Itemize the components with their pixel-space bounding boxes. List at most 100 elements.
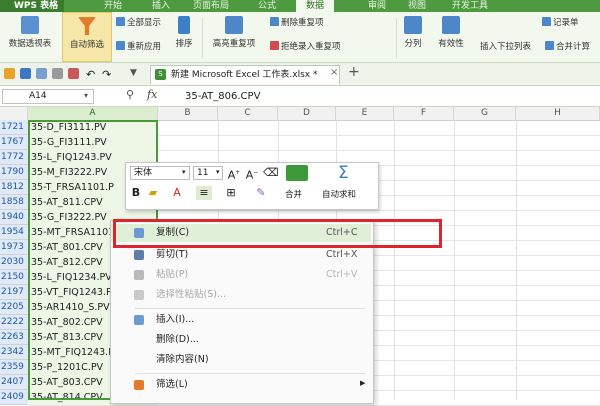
column-header-g[interactable]: G xyxy=(454,107,516,120)
row-header[interactable]: 1790 xyxy=(0,165,28,180)
menu-item-label: 剪切(T) xyxy=(156,249,189,260)
show-all-button[interactable]: 全部显示 xyxy=(116,16,161,30)
insert-dropdown-list-button[interactable]: 插入下拉列表 xyxy=(480,40,531,54)
tab-insert[interactable]: 插入 xyxy=(152,0,170,12)
row-header[interactable]: 2407 xyxy=(0,375,28,390)
menu-item-insert[interactable]: 插入(I)... xyxy=(111,311,371,329)
row-header[interactable]: 1973 xyxy=(0,240,28,255)
document-tab[interactable]: 新建 Microsoft Excel 工作表.xlsx * xyxy=(150,65,340,84)
menu-item-paste[interactable]: 粘贴(P) Ctrl+V xyxy=(111,266,371,284)
redo-icon[interactable]: ↷ xyxy=(102,68,111,81)
app-menu-button[interactable]: WPS 表格 xyxy=(0,0,64,12)
consolidate-button[interactable]: 合并计算 xyxy=(545,40,590,54)
autofilter-button[interactable]: 自动筛选 xyxy=(62,12,112,62)
merge-cells-label[interactable]: 合并 xyxy=(285,188,302,200)
name-box-dropdown-icon[interactable]: ▾ xyxy=(84,91,88,100)
tab-page-layout[interactable]: 页面布局 xyxy=(193,0,229,12)
insert-function-fx[interactable]: fx xyxy=(147,88,157,101)
sort-button[interactable]: 排序 xyxy=(170,12,198,62)
undo-icon[interactable]: ↶ xyxy=(86,68,95,81)
decrease-font-icon[interactable]: A− xyxy=(245,166,259,182)
row-header[interactable]: 1858 xyxy=(0,195,28,210)
font-size-dropdown-icon[interactable]: ▾ xyxy=(216,168,220,176)
annotation-highlight-box xyxy=(113,219,442,248)
menu-item-label: 粘贴(P) xyxy=(156,269,189,280)
merge-cells-icon[interactable] xyxy=(286,165,308,181)
row-header[interactable]: 1772 xyxy=(0,150,28,165)
menu-item-label: 清除内容(N) xyxy=(156,354,209,365)
font-color-icon[interactable]: A xyxy=(170,186,184,200)
menu-item-clear-contents[interactable]: 清除内容(N) xyxy=(111,351,371,369)
column-header-e[interactable]: E xyxy=(336,107,394,120)
row-header[interactable]: 2342 xyxy=(0,345,28,360)
print-icon[interactable] xyxy=(52,68,63,79)
row-header[interactable]: 2222 xyxy=(0,315,28,330)
autosum-sigma-icon[interactable]: Σ xyxy=(338,163,349,183)
close-tab-icon[interactable]: × xyxy=(330,67,338,78)
font-name-dropdown-icon[interactable]: ▾ xyxy=(182,168,186,176)
open-folder-icon[interactable] xyxy=(4,68,15,79)
fill-color-icon[interactable]: ▰ xyxy=(146,186,160,200)
tab-data[interactable]: 数据 xyxy=(296,0,335,12)
row-header[interactable]: 1721 xyxy=(0,120,28,135)
name-box[interactable]: A14 xyxy=(2,89,94,104)
remove-duplicates-button[interactable]: 删除重复项 xyxy=(270,16,324,30)
autosum-label[interactable]: 自动求和 xyxy=(322,188,356,200)
column-header-b[interactable]: B xyxy=(158,107,218,120)
row-header[interactable]: 2030 xyxy=(0,255,28,270)
remove-duplicates-icon xyxy=(270,17,279,26)
menu-item-paste-special[interactable]: 选择性粘贴(S)... xyxy=(111,286,371,304)
menu-item-cut[interactable]: 剪切(T) Ctrl+X xyxy=(111,246,371,264)
reject-duplicates-button[interactable]: 拒绝录入重复项 xyxy=(270,40,341,54)
column-header-d[interactable]: D xyxy=(278,107,336,120)
row-header[interactable]: 2150 xyxy=(0,270,28,285)
select-all-corner[interactable] xyxy=(0,107,28,120)
row-header[interactable]: 1954 xyxy=(0,225,28,240)
row-header[interactable]: 2197 xyxy=(0,285,28,300)
row-header[interactable]: 2409 xyxy=(0,390,28,405)
row-header[interactable]: 1940 xyxy=(0,210,28,225)
row-header[interactable]: 1812 xyxy=(0,180,28,195)
pivot-table-button[interactable]: 数据透视表 xyxy=(2,12,58,62)
tab-developer[interactable]: 开发工具 xyxy=(452,0,488,12)
tab-formulas[interactable]: 公式 xyxy=(258,0,276,12)
row-header[interactable]: 1767 xyxy=(0,135,28,150)
record-form-button[interactable]: 记录单 xyxy=(542,16,579,30)
row-header[interactable]: 2359 xyxy=(0,360,28,375)
quick-access-dropdown-icon[interactable]: ▼ xyxy=(130,68,137,78)
menu-item-label: 选择性粘贴(S)... xyxy=(156,289,227,300)
menu-item-label: 筛选(L) xyxy=(156,379,188,390)
row-header[interactable]: 2263 xyxy=(0,330,28,345)
export-pdf-icon[interactable] xyxy=(68,68,79,79)
menu-item-delete[interactable]: 删除(D)... xyxy=(111,331,371,349)
highlight-duplicates-button[interactable]: 高亮重复项 xyxy=(204,12,264,62)
reject-duplicates-label: 拒绝录入重复项 xyxy=(281,42,341,52)
validity-button[interactable]: 有效性 xyxy=(430,12,472,62)
save-icon[interactable] xyxy=(20,68,31,79)
reapply-button[interactable]: 重新应用 xyxy=(116,40,161,54)
search-zoom-icon[interactable]: ⚲ xyxy=(126,88,134,101)
increase-font-icon[interactable]: A+ xyxy=(227,166,241,182)
split-columns-button[interactable]: 分列 xyxy=(398,12,428,62)
tab-view[interactable]: 视图 xyxy=(408,0,426,12)
column-header-a[interactable]: A xyxy=(28,107,158,120)
row-header[interactable]: 2205 xyxy=(0,300,28,315)
formula-input[interactable]: 35-AT_806.CPV xyxy=(185,89,260,104)
menu-item-filter[interactable]: 筛选(L) xyxy=(111,376,371,394)
format-painter-icon[interactable]: ✎ xyxy=(254,186,268,200)
column-header-c[interactable]: C xyxy=(218,107,278,120)
split-columns-label: 分列 xyxy=(404,39,422,49)
show-all-label: 全部显示 xyxy=(127,18,162,28)
borders-icon[interactable]: ⊞ xyxy=(224,186,238,200)
column-header-h[interactable]: H xyxy=(516,107,600,120)
print-preview-icon[interactable] xyxy=(36,68,47,79)
new-tab-plus-icon[interactable]: + xyxy=(348,64,360,80)
tab-home[interactable]: 开始 xyxy=(104,0,122,12)
tab-review[interactable]: 审阅 xyxy=(368,0,386,12)
font-name-box[interactable]: 宋体 xyxy=(130,166,190,180)
menu-item-label: 删除(D)... xyxy=(156,334,199,345)
column-header-f[interactable]: F xyxy=(394,107,454,120)
bold-icon[interactable]: B xyxy=(130,186,142,200)
clear-format-icon[interactable]: ⌫ xyxy=(263,166,279,180)
align-center-icon[interactable]: ≡ xyxy=(196,186,212,200)
